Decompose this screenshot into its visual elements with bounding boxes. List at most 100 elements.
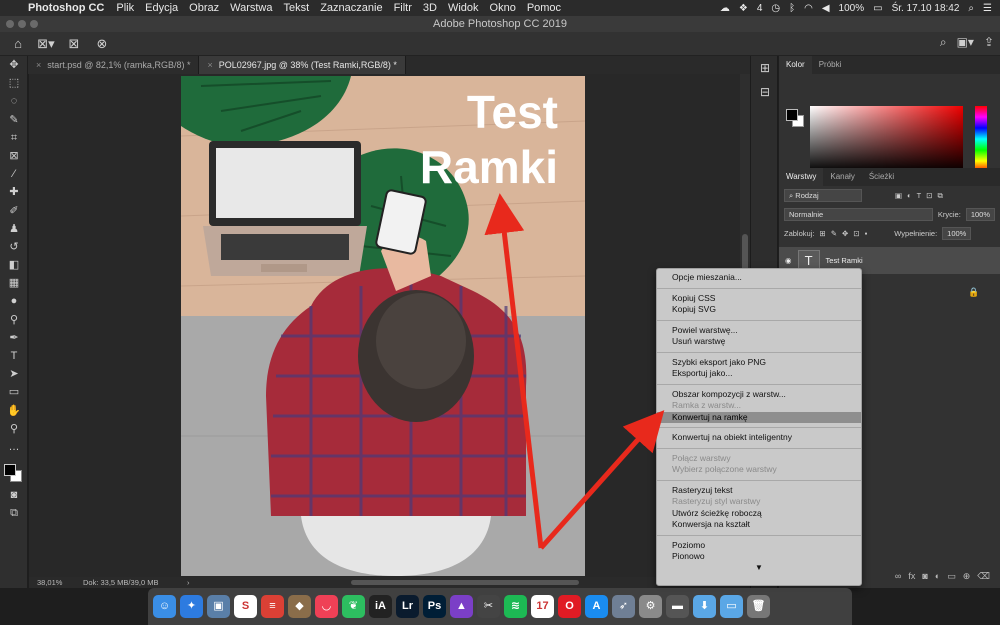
pen-tool-icon[interactable]: ✒ [0, 329, 28, 347]
menu-item-plik[interactable]: Plik [116, 2, 134, 14]
dock-affinity-icon[interactable]: ▲ [450, 595, 473, 618]
context-menu-item[interactable]: Obszar kompozycji z warstw... [657, 389, 861, 401]
context-menu-item[interactable]: Utwórz ścieżkę roboczą [657, 508, 861, 520]
minimize-window-button[interactable] [18, 20, 26, 28]
tab-pol02967-jpg[interactable]: × POL02967.jpg @ 38% (Test Ramki,RGB/8) * [199, 56, 406, 74]
mask-icon[interactable]: ◙ [922, 571, 927, 581]
share-icon[interactable]: ⇪ [984, 35, 994, 50]
menu-app-name[interactable]: Photoshop CC [28, 2, 104, 14]
fx-button[interactable]: fx [908, 571, 915, 581]
filter-type-icon[interactable]: T [917, 191, 922, 200]
stamp-tool-icon[interactable]: ♟ [0, 220, 28, 238]
opacity-input[interactable]: 100% [965, 208, 995, 221]
layer-filter-select[interactable]: ⌕ Rodzaj [784, 189, 862, 202]
clock[interactable]: Śr. 17.10 18:42 [892, 3, 960, 14]
dock-app-store-icon[interactable]: A [585, 595, 608, 618]
dock-pocket-icon[interactable]: ◡ [315, 595, 338, 618]
zoom-tool-icon[interactable]: ⚲ [0, 420, 28, 438]
context-menu-item[interactable]: Eksportuj jako... [657, 368, 861, 380]
menu-item-3d[interactable]: 3D [423, 2, 437, 14]
tab-kolor[interactable]: Kolor [779, 56, 812, 74]
group-icon[interactable]: ▭ [947, 571, 956, 582]
home-icon[interactable]: ⌂ [8, 35, 28, 53]
lock-paint-icon[interactable]: ✎ [831, 229, 837, 238]
creative-cloud-icon[interactable]: ☁ [720, 3, 730, 14]
document-image[interactable]: Test Ramki [181, 76, 585, 576]
filter-adjust-icon[interactable]: ◐ [907, 191, 912, 200]
dock-preview-icon[interactable]: ▣ [207, 595, 230, 618]
quick-select-tool-icon[interactable]: ✎ [0, 111, 28, 129]
context-menu-item[interactable]: Rasteryzuj tekst [657, 485, 861, 497]
context-menu-item[interactable]: Usuń warstwę [657, 336, 861, 348]
bluetooth-icon[interactable]: ᛒ [789, 3, 795, 14]
dock-trash-icon[interactable]: 🗑 [747, 595, 770, 618]
tab-start-psd[interactable]: × start.psd @ 82,1% (ramka,RGB/8) * [28, 56, 200, 74]
dock-evernote-icon[interactable]: ❦ [342, 595, 365, 618]
history-brush-tool-icon[interactable]: ↺ [0, 238, 28, 256]
horizontal-scrollbar[interactable] [351, 580, 579, 585]
battery-level[interactable]: 100% [839, 3, 865, 14]
fill-input[interactable]: 100% [942, 227, 972, 240]
dock-disk-icon[interactable]: ▬ [666, 595, 689, 618]
dodge-tool-icon[interactable]: ⚲ [0, 311, 28, 329]
foreground-color-swatch[interactable] [4, 464, 16, 477]
ellipse-frame-icon[interactable]: ⊗ [92, 35, 112, 53]
marquee-tool-icon[interactable]: ⬚ [0, 74, 28, 92]
close-tab-icon[interactable]: × [36, 60, 41, 70]
menu-list-icon[interactable]: ☰ [983, 3, 992, 14]
filter-smart-icon[interactable]: ⧉ [938, 191, 943, 201]
move-tool-icon[interactable]: ✥ [0, 56, 28, 74]
menu-item-pomoc[interactable]: Pomoc [527, 2, 561, 14]
workspace-icon[interactable]: ▣▾ [957, 35, 974, 50]
libraries-panel-icon[interactable]: ⊟ [751, 80, 779, 104]
close-tab-icon[interactable]: × [207, 60, 212, 70]
close-window-button[interactable] [6, 20, 14, 28]
status-count[interactable]: 4 [757, 3, 763, 14]
menu-item-tekst[interactable]: Tekst [284, 2, 310, 14]
healing-tool-icon[interactable]: ✚ [0, 183, 28, 201]
lock-move-icon[interactable]: ✥ [842, 229, 848, 238]
dock-launchpad-icon[interactable]: ➶ [612, 595, 635, 618]
dock-spotify-icon[interactable]: ≋ [504, 595, 527, 618]
frame-tool-icon[interactable]: ⊠ [0, 147, 28, 165]
lock-all-icon[interactable]: ▪ [865, 229, 868, 238]
menu-item-obraz[interactable]: Obraz [189, 2, 219, 14]
filter-shape-icon[interactable]: ⊡ [926, 191, 932, 200]
context-menu-item[interactable]: Kopiuj SVG [657, 304, 861, 316]
search-icon[interactable]: ⌕ [940, 35, 947, 50]
quick-mask-icon[interactable]: ◙ [0, 486, 28, 504]
dock-system-prefs-icon[interactable]: ⚙ [639, 595, 662, 618]
tab-warstwy[interactable]: Warstwy [779, 168, 824, 186]
blur-tool-icon[interactable]: ● [0, 292, 28, 310]
menu-item-warstwa[interactable]: Warstwa [230, 2, 272, 14]
search-icon[interactable]: ⌕ [968, 3, 974, 14]
path-select-tool-icon[interactable]: ➤ [0, 365, 28, 383]
menu-item-filtr[interactable]: Filtr [394, 2, 412, 14]
blend-mode-select[interactable]: Normalnie [784, 208, 933, 221]
context-menu-item[interactable]: Opcje mieszania... [657, 272, 861, 284]
filter-image-icon[interactable]: ▣ [895, 191, 902, 200]
history-panel-icon[interactable]: ⊞ [751, 56, 779, 80]
context-menu-item[interactable]: Kopiuj CSS [657, 293, 861, 305]
dock-todoist-icon[interactable]: ≡ [261, 595, 284, 618]
shape-tool-icon[interactable]: ▭ [0, 383, 28, 401]
dock-safari-icon[interactable]: ✦ [180, 595, 203, 618]
context-menu-item[interactable]: Konwertuj na ramkę [657, 411, 861, 423]
zoom-window-button[interactable] [30, 20, 38, 28]
lasso-tool-icon[interactable]: ◌ [0, 92, 28, 110]
canvas-area[interactable]: Test Ramki [29, 74, 740, 577]
menu-item-okno[interactable]: Okno [490, 2, 516, 14]
dock-calendar-icon[interactable]: 17 [531, 595, 554, 618]
eyedropper-tool-icon[interactable]: ⁄ [0, 165, 28, 183]
dock-slack-icon[interactable]: S [234, 595, 257, 618]
new-layer-icon[interactable]: ⊕ [963, 571, 971, 582]
more-tools-icon[interactable]: … [0, 438, 28, 456]
link-layers-icon[interactable]: ∞ [895, 571, 901, 581]
gradient-tool-icon[interactable]: ▦ [0, 274, 28, 292]
menu-item-zaznaczanie[interactable]: Zaznaczanie [320, 2, 382, 14]
dock-folder-icon[interactable]: ▭ [720, 595, 743, 618]
canvas-text-line1[interactable]: Test [467, 86, 558, 138]
eraser-tool-icon[interactable]: ◧ [0, 256, 28, 274]
screen-mode-icon[interactable]: ⧉ [0, 504, 28, 522]
rect-frame-icon[interactable]: ⊠ [64, 35, 84, 53]
